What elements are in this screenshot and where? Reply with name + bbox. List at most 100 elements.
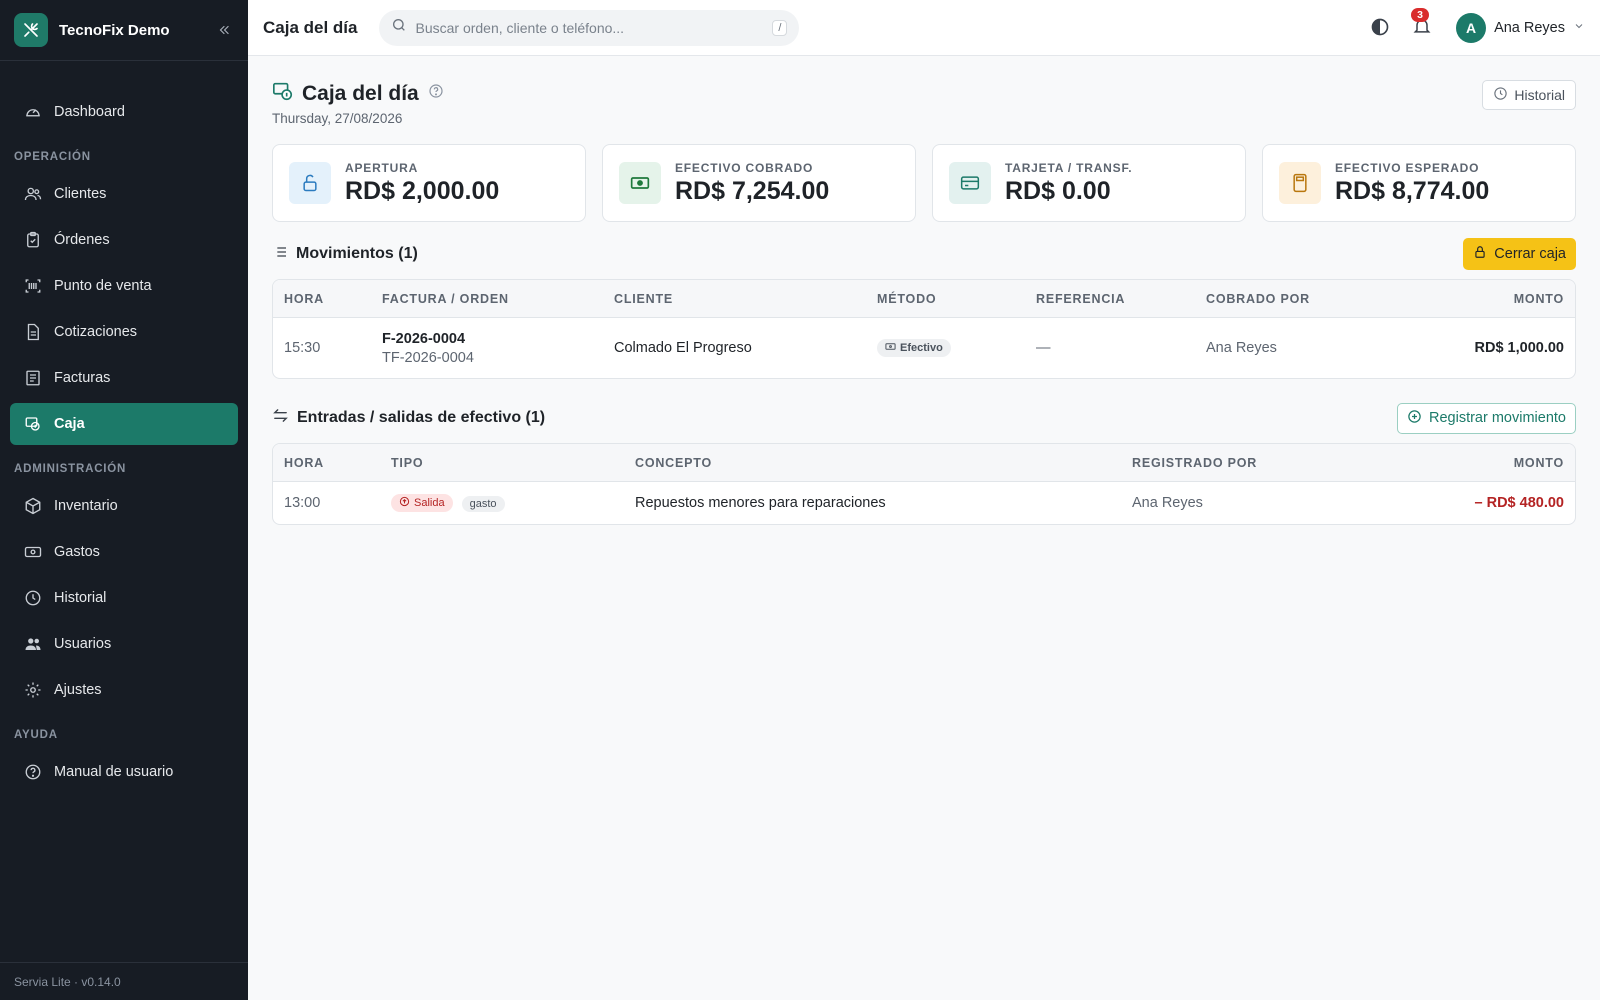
chevron-down-icon[interactable] (1573, 19, 1585, 37)
sidebar-item-inventario[interactable]: Inventario (10, 485, 238, 527)
summary-cards: APERTURA RD$ 2,000.00 EFECTIVO COBRADO RD$… (272, 144, 1576, 222)
clipboard-icon (24, 231, 42, 249)
cell-tipo: Salida gasto (380, 494, 624, 512)
avatar[interactable]: A (1456, 12, 1487, 43)
nav-section-admin: ADMINISTRACIÓN (14, 463, 127, 475)
sidebar-item-punto-de-venta[interactable]: Punto de venta (10, 265, 238, 307)
topbar-actions: 3 A Ana Reyes (1370, 7, 1585, 43)
sidebar-item-facturas[interactable]: Facturas (10, 357, 238, 399)
column-header: HORA (284, 291, 325, 306)
notifications-button[interactable]: 3 (1411, 7, 1436, 40)
barcode-icon (24, 277, 42, 295)
sidebar-item-caja[interactable]: Caja (10, 403, 238, 445)
search-input[interactable] (415, 19, 773, 36)
history-button[interactable]: Historial (1482, 80, 1576, 110)
invoice-number[interactable]: F-2026-0004 (382, 331, 603, 347)
sidebar-item-dashboard[interactable]: Dashboard (10, 91, 238, 133)
document-icon (24, 323, 42, 341)
cell-factura-orden: F-2026-0004 TF-2026-0004 (371, 331, 603, 366)
cash-flow-header: Entradas / salidas de efectivo (1) Regis… (272, 402, 1576, 434)
credit-card-icon (949, 162, 991, 204)
box-icon (24, 497, 42, 515)
close-register-button[interactable]: Cerrar caja (1463, 238, 1576, 270)
collapse-sidebar-button[interactable] (214, 20, 234, 40)
topbar: Caja del día / 3 A Ana Reyes (248, 0, 1600, 56)
card-label: EFECTIVO COBRADO (675, 160, 814, 175)
unlock-icon (289, 162, 331, 204)
cell-registrado-por: Ana Reyes (1132, 495, 1203, 511)
sidebar-item-usuarios[interactable]: Usuarios (10, 623, 238, 665)
cell-concepto: Repuestos menores para reparaciones (635, 495, 886, 511)
card-label: TARJETA / TRANSF. (1005, 160, 1133, 175)
register-movement-label: Registrar movimiento (1429, 410, 1566, 426)
page-header: Caja del día Thursday, 27/08/2026 Histor… (272, 56, 1576, 144)
banknote-icon (24, 543, 42, 561)
summary-card-apertura: APERTURA RD$ 2,000.00 (272, 144, 586, 222)
column-header: FACTURA / ORDEN (382, 291, 509, 306)
cell-cobrado-por: Ana Reyes (1206, 340, 1277, 356)
sidebar-item-label: Usuarios (54, 636, 112, 652)
help-circle-icon[interactable] (428, 83, 444, 104)
close-register-label: Cerrar caja (1494, 246, 1566, 262)
table-row[interactable]: 15:30 F-2026-0004 TF-2026-0004 Colmado E… (273, 318, 1575, 378)
users-icon (24, 185, 42, 203)
cash-flow-title: Entradas / salidas de efectivo (1) (297, 409, 546, 426)
column-header: MÉTODO (877, 291, 937, 306)
table-row[interactable]: 13:00 Salida gasto Repuestos menores par… (273, 482, 1575, 524)
payment-method-label: Efectivo (900, 342, 943, 354)
gauge-icon (24, 103, 42, 121)
card-value: RD$ 0.00 (1005, 176, 1111, 205)
search-box[interactable]: / (379, 9, 800, 46)
register-movement-button[interactable]: Registrar movimiento (1397, 402, 1576, 434)
notification-count-badge: 3 (1411, 7, 1429, 22)
nav-section-ayuda: AYUDA (14, 729, 58, 741)
cell-metodo: Efectivo (866, 339, 1025, 357)
gear-icon (24, 681, 42, 699)
sidebar-item-label: Dashboard (54, 104, 125, 120)
card-label: EFECTIVO ESPERADO (1335, 160, 1480, 175)
search-icon (391, 17, 407, 38)
order-number[interactable]: TF-2026-0004 (382, 350, 603, 366)
sidebar-item-historial[interactable]: Historial (10, 577, 238, 619)
lock-icon (1473, 245, 1494, 263)
sidebar-item-label: Órdenes (54, 232, 110, 248)
summary-card-efectivo-esperado: EFECTIVO ESPERADO RD$ 8,774.00 (1262, 144, 1576, 222)
app-version: Servia Lite · v0.14.0 (0, 962, 248, 1000)
sidebar-item-ajustes[interactable]: Ajustes (10, 669, 238, 711)
sidebar-item-label: Cotizaciones (54, 324, 138, 340)
cell-cliente: Colmado El Progreso (614, 340, 752, 356)
table-header: HORA FACTURA / ORDEN CLIENTE MÉTODO REFE… (273, 280, 1575, 318)
cash-register-icon (272, 80, 294, 107)
sidebar-item-label: Gastos (54, 544, 100, 560)
sidebar-item-label: Facturas (54, 370, 111, 386)
help-circle-icon (24, 763, 42, 781)
payment-method-badge: Efectivo (877, 339, 951, 357)
sidebar-item-cotizaciones[interactable]: Cotizaciones (10, 311, 238, 353)
sidebar-item-label: Punto de venta (54, 278, 152, 294)
sidebar-item-label: Ajustes (54, 682, 102, 698)
user-name[interactable]: Ana Reyes (1494, 20, 1565, 36)
column-header: REFERENCIA (1036, 291, 1126, 306)
sidebar-item-clientes[interactable]: Clientes (10, 173, 238, 215)
theme-toggle-icon[interactable] (1370, 17, 1392, 39)
cash-register-icon (24, 415, 42, 433)
movements-title: Movimientos (1) (296, 245, 418, 262)
sidebar-nav: Dashboard OPERACIÓN Clientes Órdenes Pun… (0, 61, 248, 793)
column-header: REGISTRADO POR (1132, 455, 1258, 470)
sidebar-item-gastos[interactable]: Gastos (10, 531, 238, 573)
cell-monto: RD$ 1,000.00 (1474, 340, 1564, 356)
page-title-row: Caja del día (272, 80, 444, 107)
sidebar-item-ordenes[interactable]: Órdenes (10, 219, 238, 261)
arrow-up-circle-icon (399, 496, 414, 510)
summary-card-tarjeta: TARJETA / TRANSF. RD$ 0.00 (932, 144, 1246, 222)
column-header: COBRADO POR (1206, 291, 1310, 306)
column-header: TIPO (391, 455, 424, 470)
cell-hora: 15:30 (284, 340, 321, 356)
sidebar: TecnoFix Demo Dashboard OPERACIÓN Client… (0, 0, 248, 1000)
banknote-icon (885, 341, 900, 355)
tools-icon (14, 13, 48, 47)
sidebar-item-manual[interactable]: Manual de usuario (10, 751, 238, 793)
table-header: HORA TIPO CONCEPTO REGISTRADO POR MONTO (273, 444, 1575, 482)
sidebar-item-label: Manual de usuario (54, 764, 174, 780)
plus-circle-icon (1407, 409, 1429, 428)
